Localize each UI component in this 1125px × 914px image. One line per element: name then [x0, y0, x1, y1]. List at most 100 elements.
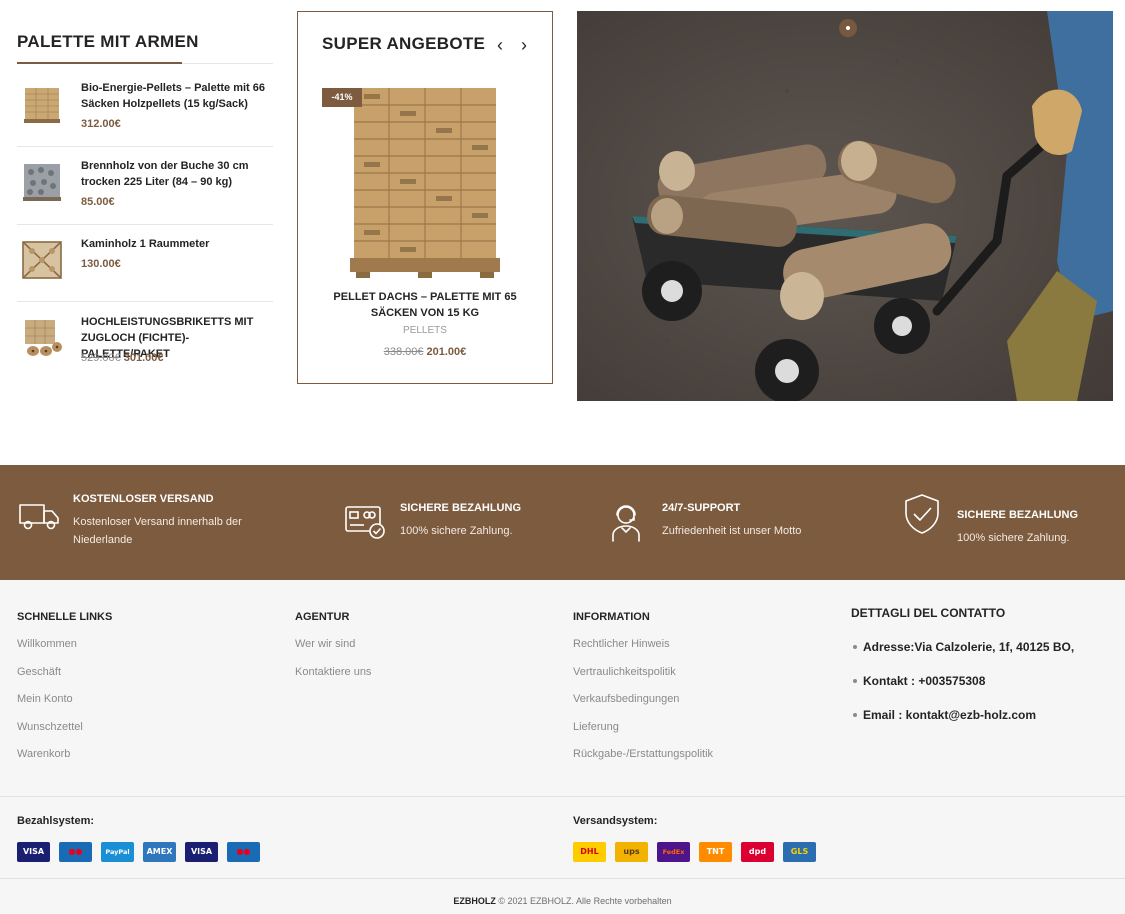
shipping-logo: DHL — [573, 842, 606, 862]
contact-title: DETTAGLI DEL CONTATTO — [851, 606, 1006, 620]
payment-logo: PayPal — [101, 842, 134, 862]
chevron-right-icon[interactable]: › — [516, 35, 532, 55]
briquettes-thumbnail[interactable] — [19, 314, 65, 360]
feature-title: SICHERE BEZAHLUNG — [400, 502, 522, 514]
product-list-item[interactable]: Kaminholz 1 Raummeter 130.00€ — [17, 236, 273, 306]
footer-link[interactable]: Kontaktiere uns — [295, 665, 371, 679]
payment-logo: AMEX — [143, 842, 176, 862]
payment-system-label: Bezahlsystem: — [17, 815, 95, 827]
footer-link[interactable]: Warenkorb — [17, 747, 112, 761]
contact-phone-text[interactable]: Kontakt : +003575308 — [863, 674, 985, 688]
card-icon — [345, 506, 385, 539]
footer-column-title: SCHNELLE LINKS — [17, 611, 113, 623]
shipping-logo: dpd — [741, 842, 774, 862]
chevron-left-icon[interactable]: ‹ — [492, 35, 508, 55]
footer-contact-details: DETTAGLI DEL CONTATTO Adresse:Via Calzol… — [851, 606, 1111, 736]
shipping-system-label: Versandsystem: — [573, 815, 658, 827]
bullet-icon — [853, 644, 857, 649]
footer-column-quick-links: SCHNELLE LINKS Willkommen Geschäft Mein … — [17, 610, 112, 775]
palette-widget-title: PALETTE MIT ARMEN — [17, 32, 199, 51]
payment-logo: ●● — [59, 842, 92, 862]
footer-link[interactable]: Geschäft — [17, 665, 112, 679]
product-price: 130.00€ — [81, 258, 121, 270]
product-price: 312.00€ — [81, 118, 121, 130]
list-divider — [17, 146, 273, 147]
product-price-value: 312.00€ — [81, 118, 121, 130]
offer-product-category[interactable]: PELLETS — [298, 325, 552, 336]
product-old-price: 529.00€ — [81, 352, 121, 364]
site-footer: SCHNELLE LINKS Willkommen Geschäft Mein … — [0, 580, 1125, 914]
product-name-link[interactable]: Kaminholz 1 Raummeter — [81, 236, 273, 252]
pellet-pallet-thumbnail[interactable] — [19, 80, 65, 126]
contact-address-text: Adresse:Via Calzolerie, 1f, 40125 BO, — [863, 640, 1075, 654]
shield-check-icon — [905, 494, 939, 534]
product-list-item[interactable]: Brennholz von der Buche 30 cm trocken 22… — [17, 158, 273, 228]
feature-description: 100% sichere Zahlung. — [400, 525, 513, 537]
footer-column-title: INFORMATION — [573, 611, 650, 623]
list-divider — [17, 301, 273, 302]
shipping-logo: ups — [615, 842, 648, 862]
feature-free-shipping: KOSTENLOSER VERSAND Kostenloser Versand … — [18, 493, 278, 563]
contact-email-text[interactable]: Email : kontakt@ezb-holz.com — [863, 708, 1036, 722]
footer-column-information: INFORMATION Rechtlicher Hinweis Vertraul… — [573, 610, 713, 775]
footer-link[interactable]: Rückgabe-/Erstattungspolitik — [573, 747, 713, 761]
footer-link[interactable]: Willkommen — [17, 637, 112, 651]
footer-link[interactable]: Wer wir sind — [295, 637, 371, 651]
product-price-value: 301.00€ — [123, 352, 164, 364]
pellet-pallet-product-image[interactable] — [344, 82, 506, 278]
copyright-brand: EZBHOLZ — [453, 896, 496, 906]
product-price-value: 85.00€ — [81, 196, 115, 208]
footer-column-title: AGENTUR — [295, 611, 350, 623]
payment-logo: VISA — [185, 842, 218, 862]
offer-product-price: 338.00€ 201.00€ — [298, 346, 552, 358]
feature-description: Kostenloser Versand innerhalb der Nieder… — [73, 516, 242, 546]
feature-secure-payment: SICHERE BEZAHLUNG 100% sichere Zahlung. — [344, 501, 584, 551]
product-list-item[interactable]: Bio-Energie-Pellets – Palette mit 66 Säc… — [17, 80, 273, 150]
palette-widget: PALETTE MIT ARMEN Bio-Energie-Pellets – … — [17, 30, 273, 364]
offer-product-name-link[interactable]: PELLET DACHS – PALETTE MIT 65 SÄCKEN VON… — [328, 289, 522, 321]
footer-link[interactable]: Lieferung — [573, 720, 713, 734]
footer-link[interactable]: Vertraulichkeitspolitik — [573, 665, 713, 679]
bullet-icon — [853, 678, 857, 683]
footer-link[interactable]: Mein Konto — [17, 692, 112, 706]
firewood-cube-thumbnail[interactable] — [19, 236, 65, 282]
product-list-item[interactable]: HOCHLEISTUNGSBRIKETTS MIT ZUGLOCH (FICHT… — [17, 314, 273, 384]
contact-email: Email : kontakt@ezb-holz.com — [853, 708, 1036, 722]
footer-divider — [0, 878, 1125, 879]
feature-title: KOSTENLOSER VERSAND — [73, 493, 214, 505]
shipping-logo: TNT — [699, 842, 732, 862]
contact-phone: Kontakt : +003575308 — [853, 674, 985, 688]
title-underline — [17, 62, 273, 64]
footer-divider — [0, 796, 1125, 797]
offer-old-price: 338.00€ — [383, 346, 424, 358]
shipping-logo: GLS — [783, 842, 816, 862]
feature-support: 24/7-SUPPORT Zufriedenheit ist unser Mot… — [608, 501, 848, 551]
shipping-logo: FedEx — [657, 842, 690, 862]
footer-link-list: Willkommen Geschäft Mein Konto Wunschzet… — [17, 637, 112, 761]
payment-logo: VISA — [17, 842, 50, 862]
copyright-text: © 2021 EZBHOLZ. Alle Rechte vorbehalten — [498, 896, 672, 906]
product-name-link[interactable]: Bio-Energie-Pellets – Palette mit 66 Säc… — [81, 80, 273, 112]
bullet-icon — [853, 712, 857, 717]
copyright: EZBHOLZ © 2021 EZBHOLZ. Alle Rechte vorb… — [0, 896, 1125, 906]
footer-link[interactable]: Wunschzettel — [17, 720, 112, 734]
support-agent-icon — [612, 505, 640, 542]
firewood-cart-photo — [577, 11, 1113, 401]
super-offers-title: SUPER ANGEBOTE — [322, 34, 486, 53]
footer-link[interactable]: Rechtlicher Hinweis — [573, 637, 713, 651]
offer-price-value: 201.00€ — [426, 346, 467, 358]
feature-description: Zufriedenheit ist unser Motto — [662, 525, 802, 537]
features-band: KOSTENLOSER VERSAND Kostenloser Versand … — [0, 465, 1125, 580]
discount-badge: -41% — [322, 88, 362, 107]
footer-column-agency: AGENTUR Wer wir sind Kontaktiere uns — [295, 610, 371, 692]
payment-logo: ●● — [227, 842, 260, 862]
feature-title: 24/7-SUPPORT — [662, 502, 741, 514]
firewood-cart-image — [577, 11, 1113, 401]
hotspot-marker[interactable] — [839, 19, 857, 37]
product-name-link[interactable]: Brennholz von der Buche 30 cm trocken 22… — [81, 158, 273, 190]
product-price: 529.00€ 301.00€ — [81, 352, 164, 364]
footer-link[interactable]: Verkaufsbedingungen — [573, 692, 713, 706]
feature-title: SICHERE BEZAHLUNG — [957, 509, 1079, 521]
list-divider — [17, 224, 273, 225]
firewood-crate-thumbnail[interactable] — [19, 158, 65, 204]
